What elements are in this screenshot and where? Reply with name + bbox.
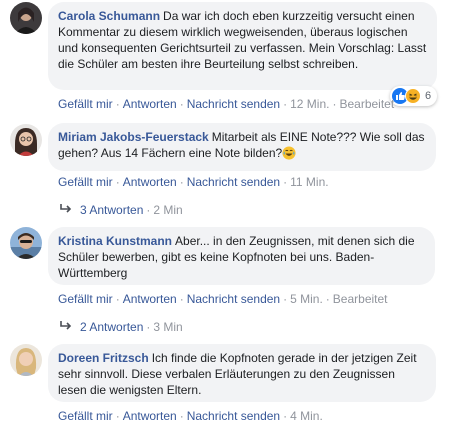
edited-label[interactable]: Bearbeitet: [333, 292, 388, 306]
timestamp[interactable]: 4 Min.: [290, 409, 323, 423]
comment-actions: Gefällt mir · Antworten · Nachricht senden · 1…: [58, 175, 329, 189]
avatar[interactable]: [10, 2, 42, 34]
avatar[interactable]: [10, 344, 42, 376]
comment-actions: Gefällt mir · Antworten · Nachricht senden · 1…: [58, 97, 395, 111]
comment-bubble: Carola Schumann Da war ich doch eben kurz…: [48, 2, 437, 90]
haha-icon: [405, 88, 421, 104]
reply-link[interactable]: Antworten: [123, 409, 177, 423]
send-message-link[interactable]: Nachricht senden: [187, 409, 280, 423]
edited-label[interactable]: Bearbeitet: [339, 97, 394, 111]
comment-actions: Gefällt mir · Antworten · Nachricht senden · 4…: [58, 409, 323, 423]
reply-link[interactable]: Antworten: [123, 292, 177, 306]
timestamp[interactable]: 12 Min.: [290, 97, 329, 111]
send-message-link[interactable]: Nachricht senden: [187, 97, 280, 111]
tears-of-joy-emoji: [282, 146, 296, 164]
send-message-link[interactable]: Nachricht senden: [187, 292, 280, 306]
comment-bubble: Doreen Fritzsch Ich finde die Kopfnoten g…: [48, 344, 436, 402]
reply-link[interactable]: Antworten: [123, 97, 177, 111]
like-link[interactable]: Gefällt mir: [58, 97, 113, 111]
timestamp[interactable]: 5 Min.: [290, 292, 323, 306]
send-message-link[interactable]: Nachricht senden: [187, 175, 280, 189]
reaction-summary[interactable]: 6: [390, 86, 438, 106]
reply-arrow-icon: [60, 203, 72, 217]
avatar[interactable]: [10, 124, 42, 156]
avatar[interactable]: [10, 227, 42, 259]
reply-count[interactable]: 3 Antworten: [80, 203, 143, 217]
comment-bubble: Kristina Kunstmann Aber... in den Zeugnis…: [48, 227, 435, 285]
reply-time: 2 Min: [153, 203, 183, 217]
comment-actions: Gefällt mir · Antworten · Nachricht senden · 5…: [58, 292, 388, 306]
like-link[interactable]: Gefällt mir: [58, 409, 113, 423]
comment-bubble: Miriam Jakobs-Feuerstack Mitarbeit als EI…: [48, 123, 436, 171]
comment-author[interactable]: Doreen Fritzsch: [58, 351, 149, 365]
like-link[interactable]: Gefällt mir: [58, 292, 113, 306]
view-replies-link[interactable]: 3 Antworten · 2 Min: [60, 203, 183, 217]
comment-author[interactable]: Carola Schumann: [58, 9, 160, 23]
reply-arrow-icon: [60, 320, 72, 334]
view-replies-link[interactable]: 2 Antworten · 3 Min: [60, 320, 183, 334]
reply-count[interactable]: 2 Antworten: [80, 320, 143, 334]
reply-time: 3 Min: [153, 320, 183, 334]
reaction-count: 6: [425, 90, 432, 102]
comment-author[interactable]: Kristina Kunstmann: [58, 234, 172, 248]
comment-author[interactable]: Miriam Jakobs-Feuerstack: [58, 130, 209, 144]
timestamp[interactable]: 11 Min.: [290, 175, 328, 189]
like-link[interactable]: Gefällt mir: [58, 175, 113, 189]
reply-link[interactable]: Antworten: [123, 175, 177, 189]
